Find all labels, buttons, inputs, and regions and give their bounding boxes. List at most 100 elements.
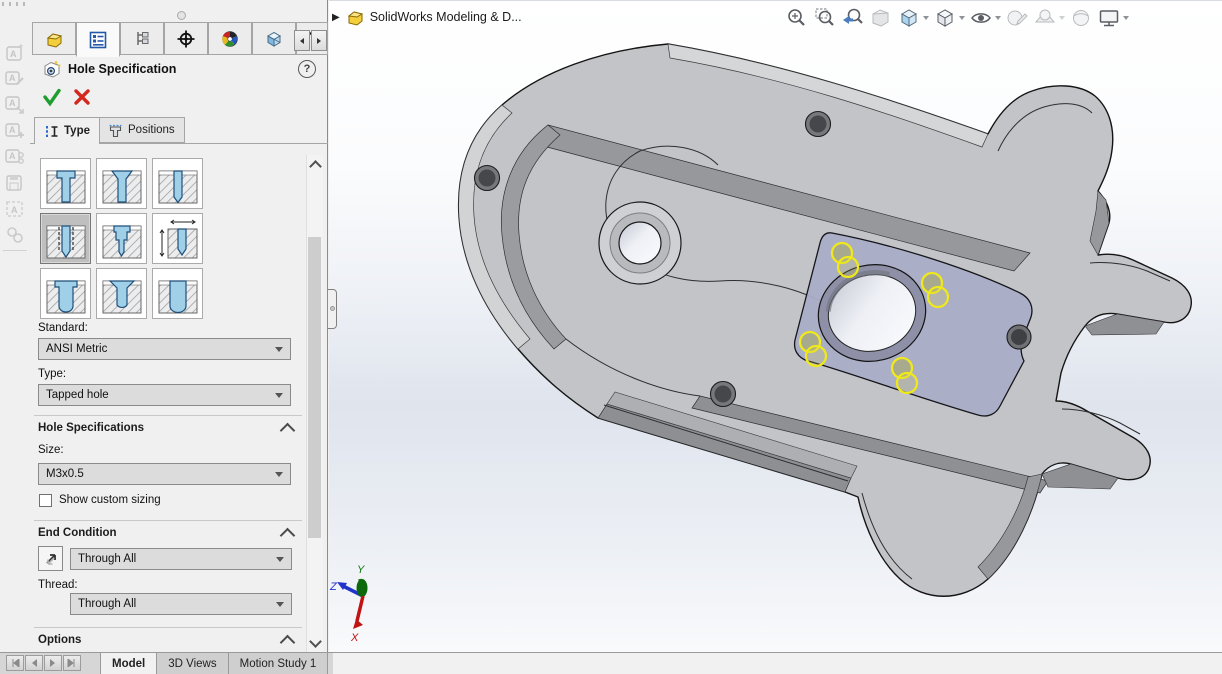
tab-configurationmanager[interactable] — [120, 22, 164, 55]
positions-tab-label: Positions — [128, 124, 175, 136]
x-axis-label: X — [350, 632, 359, 644]
previous-tab-button[interactable] — [25, 655, 43, 671]
edit-note-icon[interactable]: A — [4, 68, 26, 90]
chevron-down-icon[interactable] — [995, 16, 1001, 20]
graphics-viewport[interactable]: ▶ SolidWorks Modeling & D... — [329, 0, 1222, 652]
edit-appearance-button[interactable] — [1005, 6, 1029, 30]
section-view-button[interactable] — [869, 6, 893, 30]
hole-type-countersink[interactable] — [96, 158, 147, 209]
tab-displaymanager[interactable] — [208, 22, 252, 55]
apply-scene-icon — [1033, 6, 1057, 30]
display-style-button[interactable] — [933, 6, 965, 30]
view-orientation-button[interactable] — [897, 6, 929, 30]
cancel-button[interactable] — [71, 86, 93, 108]
thread-dropdown[interactable]: Through All — [70, 593, 292, 615]
move-note-icon[interactable]: A — [4, 94, 26, 116]
hole-type-legacy[interactable] — [152, 213, 203, 264]
counterbore-hole-icon — [44, 162, 88, 206]
tab-scroll-left-button[interactable] — [294, 30, 310, 51]
screen-button[interactable] — [1097, 6, 1129, 30]
part-icon — [346, 8, 364, 26]
scroll-up-button[interactable] — [307, 157, 323, 172]
slot-icon — [156, 272, 200, 316]
hole-type-slot[interactable] — [152, 268, 203, 319]
divider — [34, 520, 302, 521]
view-settings-button[interactable] — [1069, 6, 1093, 30]
group-note-icon[interactable]: A — [4, 146, 26, 168]
hole-specifications-header: Hole Specifications — [38, 422, 144, 434]
zoom-to-fit-button[interactable] — [785, 6, 809, 30]
tapered-tap-hole-icon — [100, 217, 144, 261]
tab-type[interactable]: Type — [34, 117, 100, 144]
add-note-icon[interactable]: A — [4, 120, 26, 142]
end-condition-value: Through All — [78, 553, 136, 565]
type-value: Tapped hole — [46, 389, 109, 401]
zoom-to-area-button[interactable] — [813, 6, 837, 30]
divider — [34, 627, 302, 628]
tab-featuremanager-design-tree[interactable] — [32, 22, 76, 55]
apply-scene-button[interactable] — [1033, 6, 1065, 30]
part-icon — [44, 29, 64, 49]
chevron-down-icon[interactable] — [959, 16, 965, 20]
hole-type-countersink-slot[interactable] — [96, 268, 147, 319]
hole-type-tapered-tap[interactable] — [96, 213, 147, 264]
panel-scrollbar[interactable] — [306, 155, 323, 652]
thread-label: Thread: — [38, 579, 78, 591]
ok-button[interactable] — [41, 86, 63, 108]
scroll-down-button[interactable] — [307, 635, 323, 650]
right-arrow-icon — [315, 37, 323, 45]
tab-visualization[interactable] — [252, 22, 296, 55]
propertymanager-panel: Hole Specification ? Type Positions — [30, 0, 328, 652]
model-canvas[interactable] — [329, 1, 1222, 653]
tab-motion-study-1[interactable]: Motion Study 1 — [229, 653, 329, 674]
size-dropdown[interactable]: M3x0.5 — [38, 463, 291, 485]
previous-view-button[interactable] — [841, 6, 865, 30]
flyout-arrow-icon[interactable]: ▶ — [332, 12, 340, 23]
show-custom-sizing-checkbox[interactable] — [39, 494, 52, 507]
tab-bar-filler — [333, 653, 1222, 674]
tab-scroll-right-button[interactable] — [311, 30, 327, 51]
tab-model[interactable]: Model — [100, 653, 157, 674]
boss-hole[interactable] — [619, 222, 661, 264]
breadcrumb[interactable]: ▶ SolidWorks Modeling & D... — [332, 8, 522, 26]
help-icon[interactable]: ? — [298, 60, 316, 78]
chevron-down-icon[interactable] — [923, 16, 929, 20]
options-header: Options — [38, 634, 81, 646]
svg-text:A: A — [9, 98, 16, 108]
last-tab-button[interactable] — [63, 655, 81, 671]
chevron-down-icon[interactable] — [1059, 16, 1065, 20]
chevron-down-icon[interactable] — [1123, 16, 1129, 20]
hole-type-hole[interactable] — [152, 158, 203, 209]
select-area-icon[interactable]: A — [4, 198, 26, 220]
type-dropdown[interactable]: Tapped hole — [38, 384, 291, 406]
hole-type-counterbore-slot[interactable] — [40, 268, 91, 319]
note-icon[interactable]: A — [4, 42, 26, 64]
hole-type-counterbore[interactable] — [40, 158, 91, 209]
hole-wizard-icon — [42, 59, 62, 79]
scrollbar-thumb[interactable] — [308, 237, 321, 538]
view-settings-icon — [1069, 6, 1093, 30]
next-tab-button[interactable] — [44, 655, 62, 671]
svg-text:A: A — [11, 205, 18, 215]
collapse-section-icon[interactable] — [280, 635, 296, 651]
panel-collapse-dot[interactable] — [177, 11, 186, 20]
reverse-direction-button[interactable] — [38, 546, 63, 571]
first-tab-button[interactable] — [6, 655, 24, 671]
collapse-section-icon[interactable] — [280, 528, 296, 544]
tab-propertymanager[interactable] — [76, 22, 120, 57]
standard-value: ANSI Metric — [46, 343, 107, 355]
end-condition-dropdown[interactable]: Through All — [70, 548, 292, 570]
end-condition-header: End Condition — [38, 527, 117, 539]
tab-3d-views[interactable]: 3D Views — [157, 653, 228, 674]
collapse-section-icon[interactable] — [280, 423, 296, 439]
standard-dropdown[interactable]: ANSI Metric — [38, 338, 291, 360]
panel-splitter-handle[interactable] — [328, 289, 337, 329]
tab-dimxpertmanager[interactable] — [164, 22, 208, 55]
thread-value: Through All — [78, 598, 136, 610]
edit-appearance-icon — [1005, 6, 1029, 30]
save-note-icon[interactable] — [4, 172, 26, 194]
link-note-icon[interactable] — [4, 224, 26, 246]
tab-positions[interactable]: Positions — [98, 117, 185, 143]
hole-type-straight-tap[interactable] — [40, 213, 91, 264]
hide-show-items-button[interactable] — [969, 6, 1001, 30]
